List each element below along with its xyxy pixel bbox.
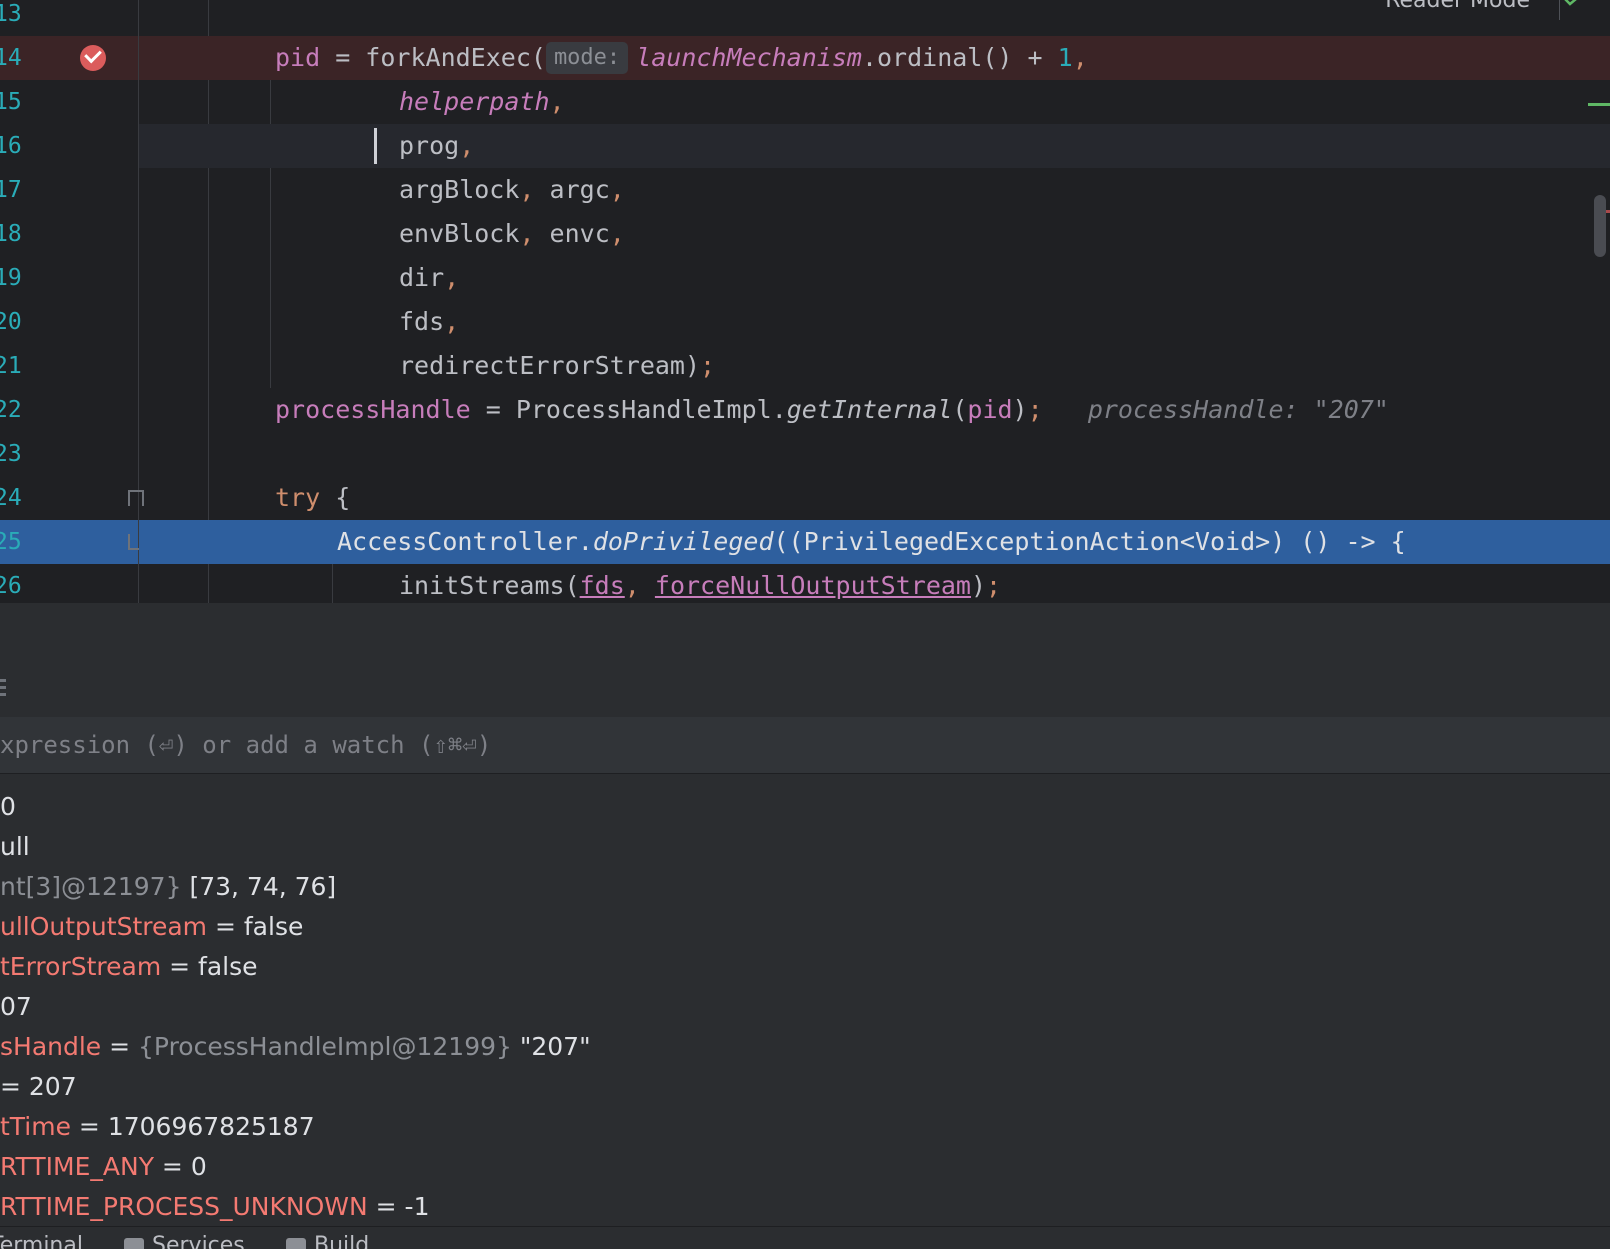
line-number: 19 (0, 265, 22, 291)
execution-point-line[interactable]: AccessController.doPrivileged((Privilege… (139, 520, 1610, 564)
breakpoint-icon[interactable] (80, 45, 106, 71)
variable-row[interactable]: sHandle = {ProcessHandleImpl@12199} "207… (0, 1027, 591, 1067)
evaluate-bar[interactable] (0, 717, 1610, 774)
hammer-icon (286, 1238, 306, 1249)
services-icon (124, 1238, 144, 1249)
reader-mode-button[interactable]: Reader Mode (1385, 0, 1530, 13)
code-editor[interactable]: 13 14 15 16 17 18 19 20 21 22 23 24 25 2… (0, 0, 1610, 603)
debug-toolbar (0, 603, 1610, 660)
variable-row[interactable]: 07 (0, 987, 32, 1027)
code-line[interactable]: redirectErrorStream); (139, 344, 1610, 388)
check-icon[interactable] (1562, 0, 1584, 8)
code-line[interactable]: helperpath, (139, 80, 1610, 124)
line-number: 25 (0, 520, 144, 564)
code-line[interactable]: envBlock, envc, (139, 212, 1610, 256)
parameter-hint: mode: (545, 42, 629, 74)
line-number: 26 (0, 573, 22, 599)
code-line[interactable]: prog, (139, 124, 1610, 168)
variable-row[interactable]: RTTIME_ANY = 0 (0, 1147, 207, 1187)
tab-services[interactable]: Services (124, 1231, 245, 1249)
line-number: 24 (0, 476, 144, 520)
line-number: 20 (0, 309, 22, 335)
variable-row[interactable]: ull (0, 827, 30, 867)
line-number: 21 (0, 353, 22, 379)
variable-row[interactable]: = 207 (0, 1067, 77, 1107)
code-line[interactable]: processHandle = ProcessHandleImpl.getInt… (139, 388, 1610, 432)
line-number: 16 (0, 133, 22, 159)
code-line[interactable]: initStreams(fds, forceNullOutputStream); (139, 564, 1610, 603)
change-marker[interactable] (1588, 103, 1610, 106)
toolbar-divider (1559, 0, 1560, 20)
code-area[interactable]: pid = forkAndExec(mode: launchMechanism.o… (139, 0, 1610, 603)
line-number: 22 (0, 397, 22, 423)
code-line[interactable]: argBlock, argc, (139, 168, 1610, 212)
variable-row[interactable]: ullOutputStream = false (0, 907, 303, 947)
line-number: 13 (0, 1, 22, 27)
variable-row[interactable]: 0 (0, 787, 16, 827)
code-line[interactable]: dir, (139, 256, 1610, 300)
variable-row[interactable]: nt[3]@12197} [73, 74, 76] (0, 867, 336, 907)
variables-tree[interactable]: 0 ull nt[3]@12197} [73, 74, 76] ullOutpu… (0, 774, 1610, 1226)
evaluate-expression-input[interactable] (0, 717, 1600, 773)
line-number: 15 (0, 89, 22, 115)
line-number: 18 (0, 221, 22, 247)
code-line[interactable]: try { (139, 476, 1610, 520)
debug-panel-header (0, 659, 1610, 718)
variable-row[interactable]: tTime = 1706967825187 (0, 1107, 315, 1147)
text-caret (374, 128, 377, 164)
line-number: 14 (0, 36, 138, 80)
variable-row[interactable]: RTTIME_PROCESS_UNKNOWN = -1 (0, 1187, 429, 1226)
variable-row[interactable]: tErrorStream = false (0, 947, 258, 987)
tab-build[interactable]: Build (286, 1231, 369, 1249)
inline-debug-value: processHandle: "207" (1087, 395, 1389, 424)
bottom-tool-tabs: Terminal Services Build (0, 1226, 1610, 1249)
drag-handle-icon[interactable] (0, 679, 6, 699)
tab-terminal[interactable]: Terminal (0, 1231, 83, 1249)
editor-gutter[interactable]: 13 14 15 16 17 18 19 20 21 22 23 24 25 2… (0, 0, 144, 603)
code-line[interactable]: pid = forkAndExec(mode: launchMechanism.o… (139, 36, 1610, 80)
line-number: 17 (0, 177, 22, 203)
line-number: 23 (0, 441, 22, 467)
code-line[interactable]: fds, (139, 300, 1610, 344)
editor-scrollbar[interactable] (1594, 195, 1606, 257)
